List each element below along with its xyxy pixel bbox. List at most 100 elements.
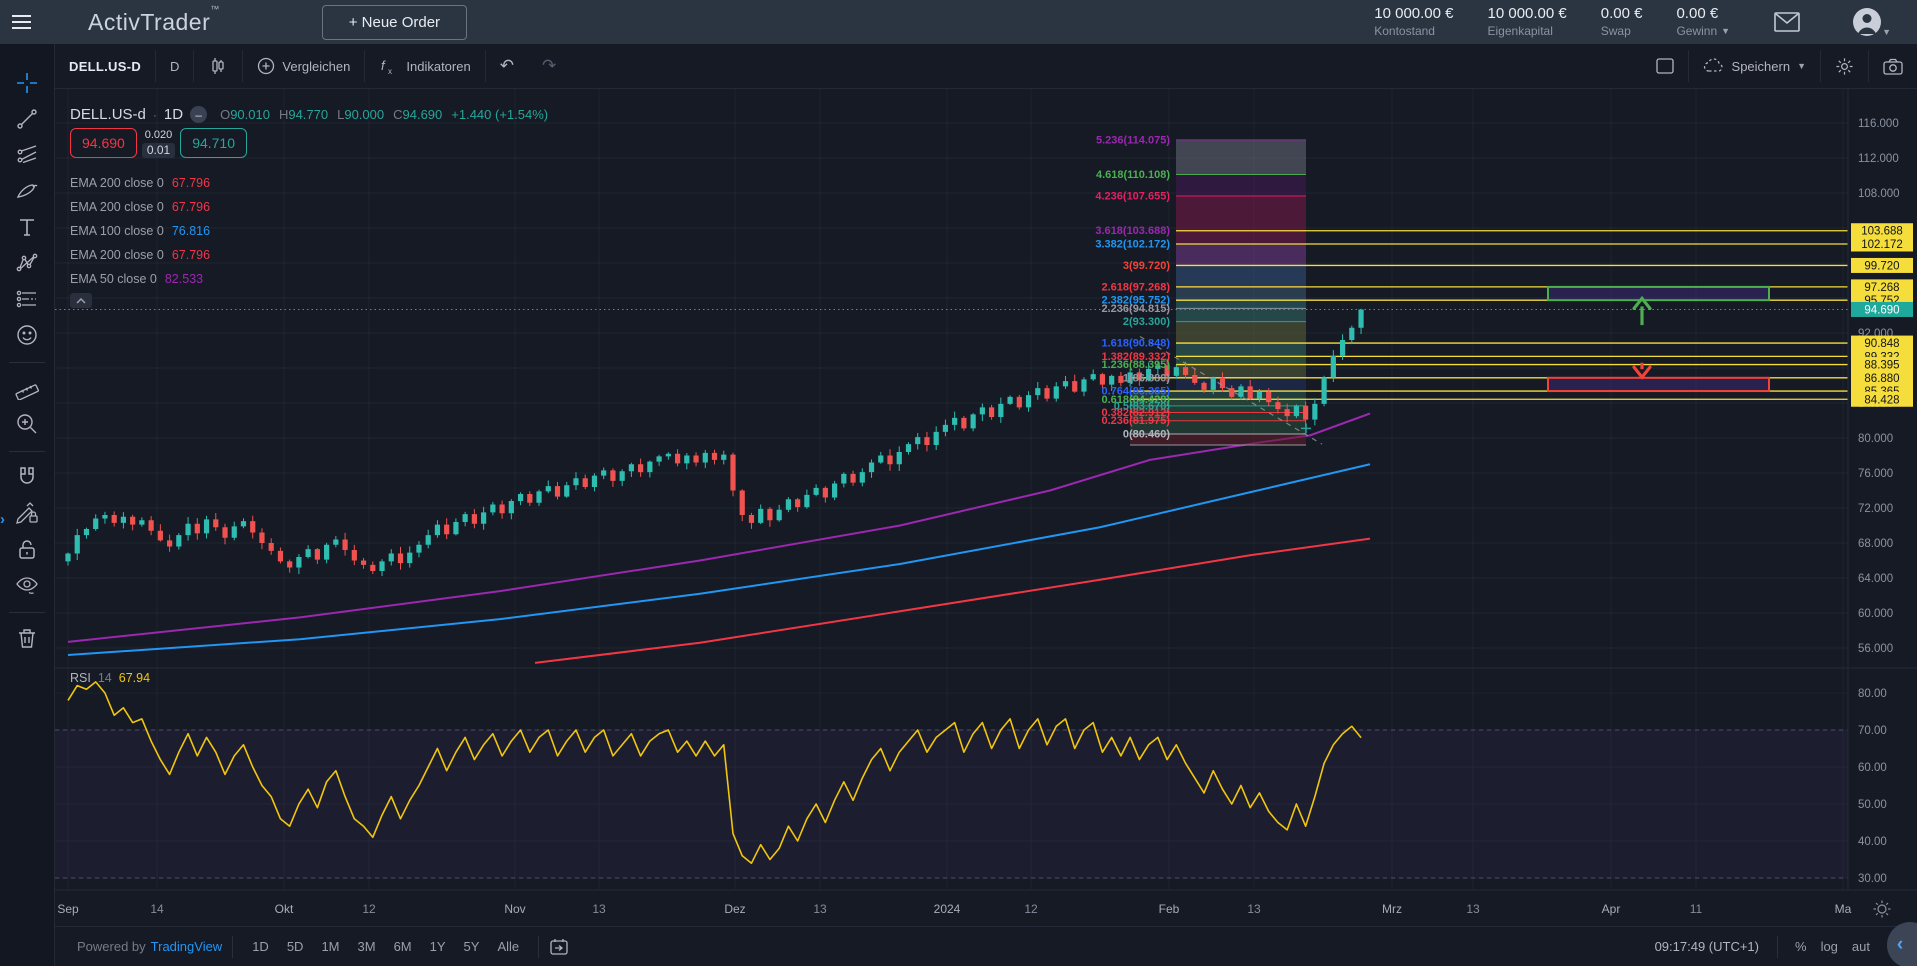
- rail-expand-chevron[interactable]: ›: [0, 512, 5, 528]
- panel-layout-button[interactable]: [1642, 44, 1688, 88]
- svg-text:108.000: 108.000: [1858, 188, 1900, 200]
- svg-text:1.618(90.848): 1.618(90.848): [1102, 338, 1171, 350]
- equity-value: 10 000.00 €: [1488, 5, 1567, 24]
- new-order-button[interactable]: + Neue Order: [322, 5, 467, 40]
- text-tool-icon[interactable]: [10, 210, 44, 244]
- fib-extension-band: [1176, 356, 1306, 364]
- user-menu[interactable]: ▼: [1852, 7, 1891, 37]
- indicators-button[interactable]: f x Indikatoren: [365, 44, 484, 88]
- percent-scale-button[interactable]: %: [1788, 935, 1814, 958]
- chart-canvas[interactable]: 5.236(114.075)4.618(110.108)4.236(107.65…: [55, 89, 1917, 926]
- menu-icon[interactable]: [0, 0, 44, 44]
- swap-value: 0.00 €: [1601, 5, 1643, 24]
- zoom-in-tool-icon[interactable]: [10, 407, 44, 441]
- svg-text:Feb: Feb: [1159, 902, 1180, 916]
- brush-tool-icon[interactable]: [10, 174, 44, 208]
- calendar-arrow-icon: [549, 938, 569, 956]
- fib-extension-band: [1176, 196, 1306, 244]
- auto-scale-button[interactable]: aut: [1845, 935, 1877, 958]
- collapse-legend-button[interactable]: –: [190, 106, 207, 123]
- fib-extension-band: [1176, 140, 1306, 175]
- svg-text:97.268: 97.268: [1864, 282, 1899, 294]
- log-scale-button[interactable]: log: [1814, 935, 1845, 958]
- avatar: [1852, 7, 1882, 37]
- rectangle-drawing[interactable]: [1548, 287, 1769, 300]
- svg-text:f: f: [381, 58, 386, 73]
- profit-value: 0.00 €: [1676, 5, 1718, 24]
- buy-price-button[interactable]: 94.710: [180, 128, 247, 158]
- profit-label: Gewinn: [1676, 24, 1717, 39]
- forecast-tool-icon[interactable]: [10, 282, 44, 316]
- collapse-indicators-button[interactable]: [70, 293, 92, 308]
- profit-block[interactable]: 0.00 € Gewinn▼: [1676, 5, 1730, 39]
- interval-button[interactable]: D: [156, 44, 193, 88]
- compare-button[interactable]: Vergleichen: [243, 44, 364, 88]
- save-layout-button[interactable]: Speichern ▼: [1689, 44, 1820, 88]
- undo-button[interactable]: ↶: [486, 44, 528, 88]
- crosshair-tool-icon[interactable]: [10, 66, 44, 100]
- redo-button[interactable]: ↷: [528, 44, 570, 88]
- mail-icon[interactable]: [1774, 12, 1800, 32]
- svg-text:Mrz: Mrz: [1382, 902, 1402, 916]
- candles-icon: [208, 56, 228, 76]
- swap-label: Swap: [1601, 24, 1631, 39]
- pitchfork-tool-icon[interactable]: [10, 138, 44, 172]
- pattern-tool-icon[interactable]: [10, 246, 44, 280]
- svg-text:12: 12: [1024, 902, 1038, 916]
- lock-drawings-tool-icon[interactable]: [10, 496, 44, 530]
- svg-text:80.000: 80.000: [1858, 433, 1893, 445]
- ema-line: [68, 464, 1370, 655]
- svg-text:2.236(94.815): 2.236(94.815): [1102, 303, 1171, 315]
- go-to-date-button[interactable]: [549, 938, 569, 956]
- rsi-band: [55, 730, 1848, 878]
- svg-text:13: 13: [592, 902, 606, 916]
- range-1d-button[interactable]: 1D: [243, 935, 278, 958]
- lock-tool-icon[interactable]: [10, 532, 44, 566]
- range-1y-button[interactable]: 1Y: [421, 935, 455, 958]
- axis-settings-icon[interactable]: [1874, 901, 1891, 918]
- symbol-button[interactable]: DELL.US-D: [55, 44, 155, 88]
- svg-text:90.848: 90.848: [1864, 338, 1899, 350]
- session-clock[interactable]: 09:17:49 (UTC+1): [1655, 939, 1759, 954]
- svg-text:1(86.880): 1(86.880): [1123, 372, 1170, 384]
- chart-style-button[interactable]: [194, 44, 242, 88]
- chart-toolbar: DELL.US-D D Vergleichen f x Indikatoren: [55, 44, 1917, 89]
- panel-collapse-button[interactable]: ‹: [1887, 922, 1917, 966]
- measure-tool-icon[interactable]: [10, 371, 44, 405]
- svg-text:84.428: 84.428: [1864, 394, 1899, 406]
- camera-icon: [1883, 58, 1903, 75]
- rectangle-drawing[interactable]: [1548, 378, 1769, 391]
- emoji-tool-icon[interactable]: [10, 318, 44, 352]
- range-1m-button[interactable]: 1M: [312, 935, 348, 958]
- chart-settings-button[interactable]: [1821, 44, 1868, 88]
- svg-text:1.236(88.395): 1.236(88.395): [1102, 359, 1171, 371]
- equity-block: 10 000.00 € Eigenkapital: [1488, 5, 1567, 39]
- trend-line-tool-icon[interactable]: [10, 102, 44, 136]
- snapshot-button[interactable]: [1869, 44, 1917, 88]
- price-axis[interactable]: 116.000112.000108.000104.000100.00096.00…: [1851, 118, 1913, 885]
- time-axis[interactable]: Sep14Okt12Nov13Dez13202412Feb13Mrz13Apr1…: [57, 902, 1851, 916]
- hide-drawings-tool-icon[interactable]: [10, 568, 44, 602]
- fib-extension-band: [1176, 343, 1306, 356]
- remove-drawings-tool-icon[interactable]: [10, 621, 44, 655]
- svg-text:3.618(103.688): 3.618(103.688): [1095, 225, 1170, 237]
- svg-text:Sep: Sep: [57, 902, 79, 916]
- range-3m-button[interactable]: 3M: [349, 935, 385, 958]
- range-5d-button[interactable]: 5D: [278, 935, 313, 958]
- range-all-button[interactable]: Alle: [488, 935, 528, 958]
- svg-text:64.000: 64.000: [1858, 573, 1893, 585]
- magnet-tool-icon[interactable]: [10, 460, 44, 494]
- svg-text:0(80.460): 0(80.460): [1123, 428, 1170, 440]
- range-5y-button[interactable]: 5Y: [455, 935, 489, 958]
- svg-text:56.000: 56.000: [1858, 643, 1893, 655]
- svg-text:2(93.300): 2(93.300): [1123, 316, 1170, 328]
- chart-svg[interactable]: 5.236(114.075)4.618(110.108)4.236(107.65…: [55, 89, 1917, 926]
- svg-text:103.688: 103.688: [1861, 226, 1903, 238]
- range-6m-button[interactable]: 6M: [385, 935, 421, 958]
- tradingview-link[interactable]: TradingView: [151, 939, 223, 954]
- powered-by-label: Powered by: [77, 939, 146, 954]
- svg-text:x: x: [388, 67, 392, 75]
- app-logo: ActivTrader™: [88, 9, 220, 36]
- svg-text:76.000: 76.000: [1858, 468, 1893, 480]
- sell-price-button[interactable]: 94.690: [70, 128, 137, 158]
